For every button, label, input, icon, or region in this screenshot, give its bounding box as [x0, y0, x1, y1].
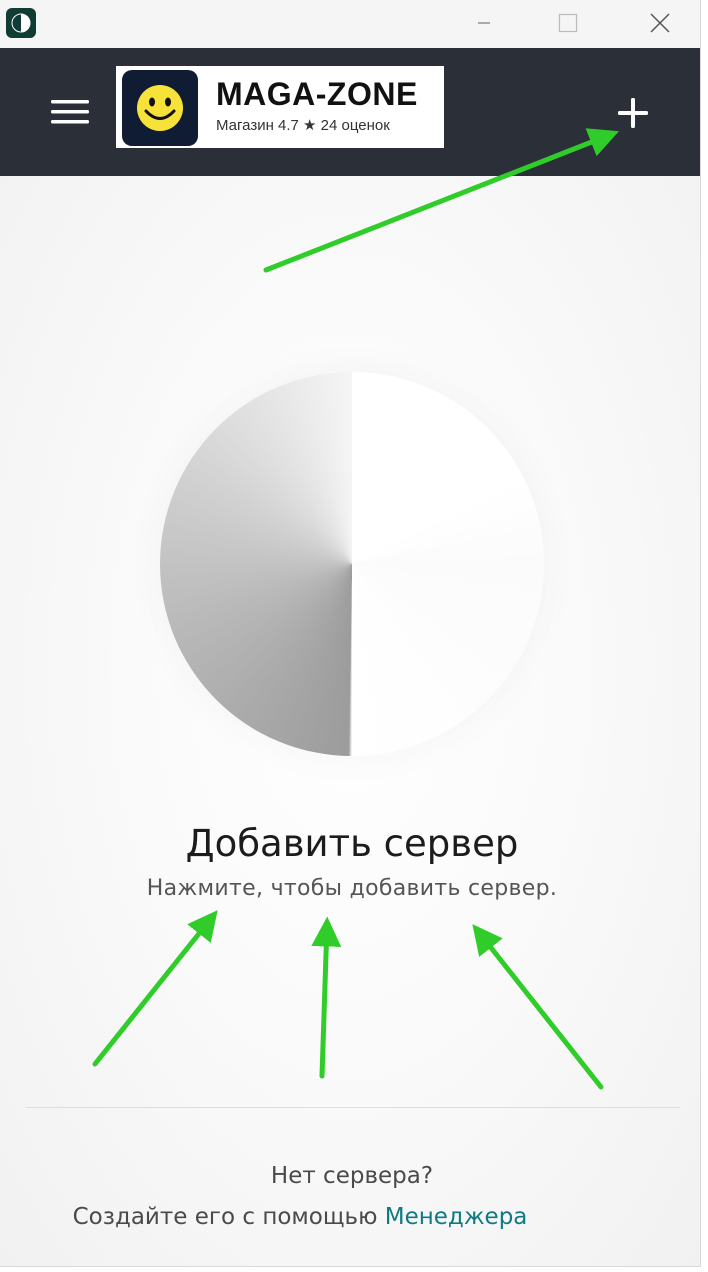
minimize-button[interactable] — [460, 0, 508, 46]
badge-rating: Магазин 4.7 ★ 24 оценок — [216, 117, 390, 134]
manager-link[interactable]: Менеджера — [385, 1204, 528, 1230]
smiley-icon — [137, 85, 183, 131]
add-server-illustration[interactable] — [160, 372, 544, 756]
hamburger-icon — [51, 100, 89, 124]
app-logo-icon — [6, 8, 36, 38]
plus-icon — [618, 98, 648, 128]
title-bar[interactable] — [0, 0, 700, 48]
add-server-title[interactable]: Добавить сервер — [0, 822, 700, 865]
maximize-button[interactable] — [544, 0, 592, 46]
create-server-prompt: Создайте его с помощью Менеджера — [0, 1204, 600, 1230]
app-window: Добавить сервер Нажмите, чтобы добавить … — [0, 0, 701, 1267]
create-server-text: Создайте его с помощью — [72, 1204, 385, 1230]
badge-logo — [122, 70, 198, 146]
badge-name: MAGA-ZONE — [216, 76, 418, 112]
maximize-icon — [558, 13, 578, 33]
close-button[interactable] — [636, 0, 684, 46]
add-server-subtitle[interactable]: Нажмите, чтобы добавить сервер. — [0, 876, 700, 901]
close-icon — [650, 13, 670, 33]
menu-button[interactable] — [44, 90, 96, 134]
footer-divider — [26, 1107, 680, 1108]
no-server-question: Нет сервера? — [270, 1163, 434, 1189]
add-server-button[interactable] — [606, 86, 660, 140]
watermark-badge: MAGA-ZONE Магазин 4.7 ★ 24 оценок — [116, 66, 444, 148]
minimize-icon — [478, 22, 490, 24]
